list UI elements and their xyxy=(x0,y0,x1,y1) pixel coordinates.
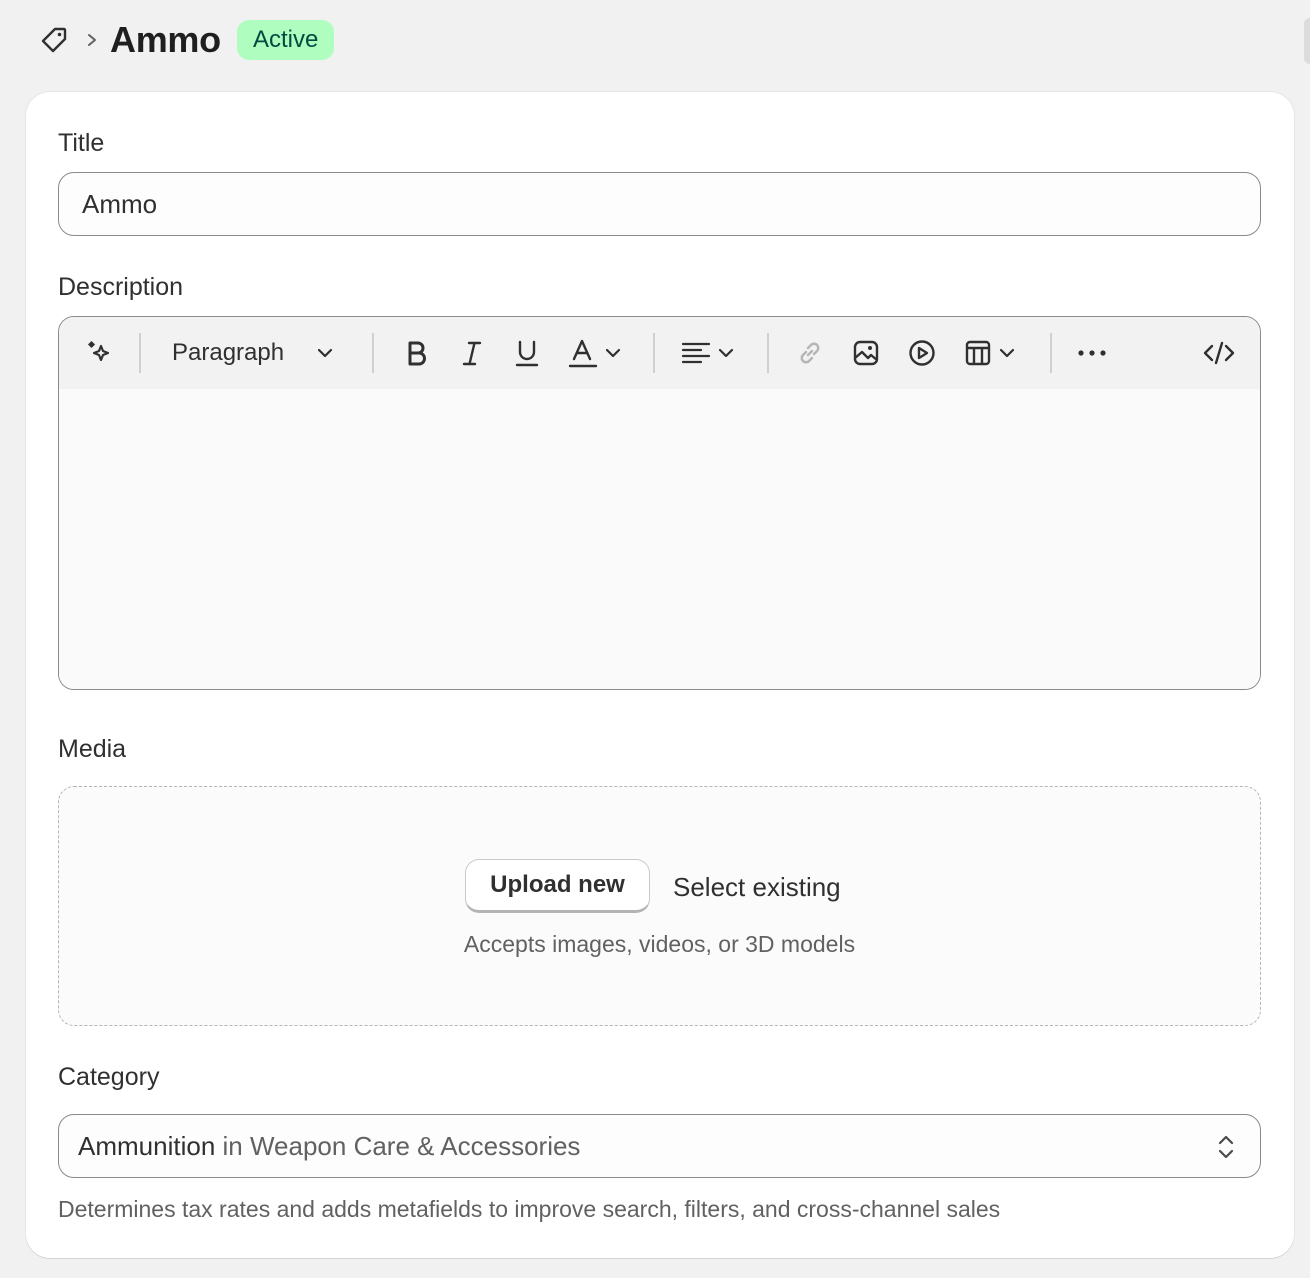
italic-icon[interactable] xyxy=(457,333,487,373)
toolbar-separator xyxy=(372,333,374,373)
scroll-edge xyxy=(1304,18,1310,64)
title-label: Title xyxy=(58,129,105,157)
description-content-area[interactable] xyxy=(59,389,1260,689)
description-label: Description xyxy=(58,273,184,301)
sparkle-icon[interactable] xyxy=(85,333,115,373)
video-icon[interactable] xyxy=(907,333,937,373)
paragraph-style-select[interactable]: Paragraph xyxy=(172,333,336,373)
media-label: Media xyxy=(58,735,127,763)
toolbar-separator xyxy=(653,333,655,373)
upload-new-button[interactable]: Upload new xyxy=(465,859,650,913)
select-existing-link[interactable]: Select existing xyxy=(673,867,841,907)
category-name: Ammunition xyxy=(78,1131,216,1161)
chevron-down-icon xyxy=(605,348,621,358)
category-parent: Weapon Care & Accessories xyxy=(249,1131,581,1161)
page-title: Ammo xyxy=(110,19,221,60)
toolbar-separator xyxy=(767,333,769,373)
tag-icon[interactable] xyxy=(38,24,70,56)
underline-icon[interactable] xyxy=(512,333,542,373)
chevron-down-icon xyxy=(317,348,333,358)
product-details-card: Title Description Paragraph xyxy=(26,92,1294,1258)
align-icon[interactable] xyxy=(680,333,736,373)
chevron-down-icon xyxy=(718,348,734,358)
category-label: Category xyxy=(58,1063,160,1091)
code-icon[interactable] xyxy=(1202,333,1236,373)
select-arrows-icon xyxy=(1214,1131,1238,1163)
paragraph-style-label: Paragraph xyxy=(172,339,285,366)
category-select[interactable]: Ammunition in Weapon Care & Accessories xyxy=(58,1114,1261,1178)
category-value: Ammunition in Weapon Care & Accessories xyxy=(78,1129,580,1163)
link-icon[interactable] xyxy=(795,333,825,373)
page-header: Ammo Active xyxy=(0,0,1310,80)
status-badge: Active xyxy=(237,20,335,60)
toolbar-separator xyxy=(1050,333,1052,373)
description-editor: Paragraph xyxy=(58,316,1261,690)
text-color-icon[interactable] xyxy=(567,333,623,373)
media-dropzone[interactable]: Upload new Select existing Accepts image… xyxy=(58,786,1261,1026)
chevron-down-icon xyxy=(999,348,1015,358)
more-icon[interactable] xyxy=(1075,333,1109,373)
editor-toolbar: Paragraph xyxy=(59,317,1260,389)
table-icon[interactable] xyxy=(963,333,1017,373)
image-icon[interactable] xyxy=(851,333,881,373)
category-connector: in xyxy=(215,1131,250,1161)
media-hint: Accepts images, videos, or 3D models xyxy=(463,931,856,957)
bold-icon[interactable] xyxy=(401,333,431,373)
title-input[interactable] xyxy=(58,172,1261,236)
category-help-text: Determines tax rates and adds metafields… xyxy=(58,1196,1001,1222)
toolbar-separator xyxy=(139,333,141,373)
chevron-right-icon xyxy=(84,30,100,50)
